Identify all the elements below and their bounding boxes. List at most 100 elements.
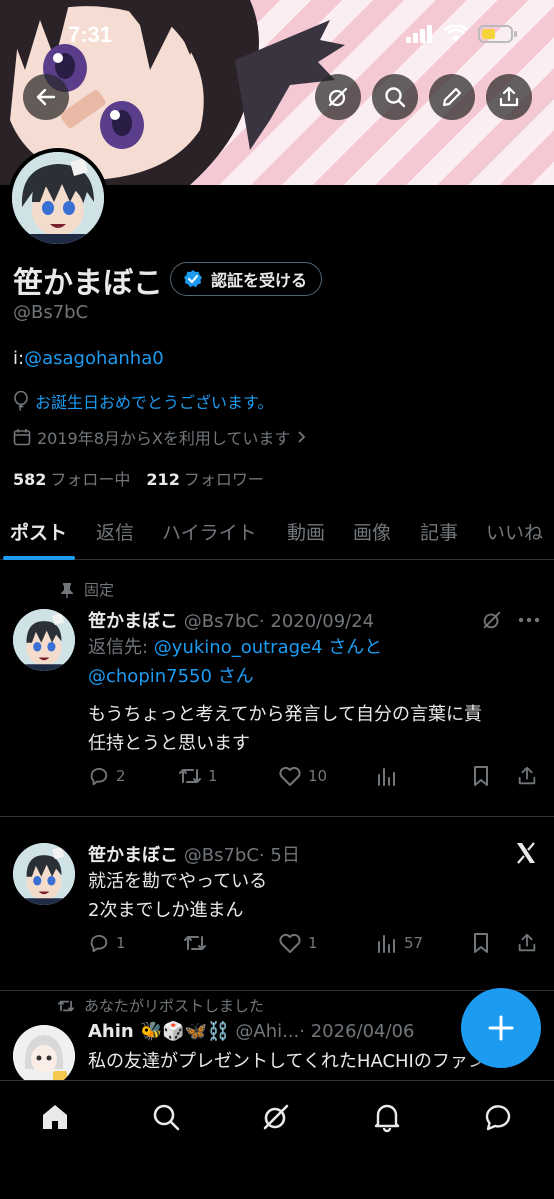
- post-author-handle[interactable]: @Bs7bC: [184, 845, 259, 866]
- repost-button[interactable]: 1: [178, 765, 218, 787]
- grok-icon: [328, 87, 348, 107]
- followers-link[interactable]: 212 フォロワー: [146, 466, 263, 490]
- nav-home[interactable]: [37, 1099, 73, 1135]
- post-avatar[interactable]: [13, 843, 75, 905]
- bell-icon: [374, 1104, 400, 1133]
- post-avatar[interactable]: [13, 1025, 75, 1080]
- heart-icon: [279, 933, 301, 953]
- get-verified-button[interactable]: 認証を受ける: [170, 262, 323, 296]
- chat-bubble-icon: [485, 1105, 511, 1131]
- search-icon: [153, 1104, 180, 1131]
- reply-count: 1: [116, 934, 126, 952]
- post-date[interactable]: · 5日: [259, 845, 300, 866]
- bookmark-button[interactable]: [471, 932, 491, 954]
- repost-count: 1: [208, 767, 218, 785]
- post-pinned[interactable]: 固定 笹かまぼこ @Bs7bC· 2020/09/24 返信先: @yukino…: [0, 561, 554, 817]
- search-button[interactable]: [372, 74, 418, 120]
- post-avatar[interactable]: [13, 609, 75, 671]
- views-button[interactable]: 57: [376, 932, 423, 954]
- post-author-name[interactable]: 笹かまぼこ: [88, 611, 178, 632]
- bottom-navigation: [0, 1080, 554, 1199]
- nav-search[interactable]: [148, 1099, 184, 1135]
- nav-notifications[interactable]: [369, 1099, 405, 1135]
- profile-tabs: ポスト 返信 ハイライト 動画 画像 記事 いいね: [0, 510, 554, 560]
- tab-posts[interactable]: ポスト: [10, 518, 67, 545]
- post[interactable]: 笹かまぼこ @Bs7bC· 5日 就活を勘でやっている 2次までしか進まん 1 …: [0, 817, 554, 991]
- post-author-handle[interactable]: @Ahi...: [235, 1021, 299, 1042]
- reply-mid: さんと: [322, 637, 383, 658]
- nav-messages[interactable]: [480, 1099, 516, 1135]
- post-actions: 1 1 57: [88, 932, 540, 956]
- grok-button[interactable]: [315, 74, 361, 120]
- like-button[interactable]: 1: [278, 932, 318, 954]
- repost-indicator: あなたがリポストしました: [56, 995, 264, 1016]
- tab-images[interactable]: 画像: [353, 518, 391, 545]
- repost-icon: [184, 936, 206, 950]
- follow-stats: 582 フォロー中 212 フォロワー: [13, 466, 264, 490]
- tab-likes[interactable]: いいね: [486, 518, 543, 545]
- compose-button[interactable]: [461, 988, 541, 1068]
- x-logo-icon: [517, 842, 535, 864]
- following-count: 582: [13, 470, 47, 489]
- avatar-image: [13, 843, 75, 905]
- tab-articles[interactable]: 記事: [420, 518, 458, 545]
- avatar-image: [13, 1025, 75, 1080]
- reply-icon: [90, 934, 108, 953]
- search-icon: [385, 87, 406, 108]
- balloon-icon: [14, 391, 28, 411]
- post-header: 笹かまぼこ @Bs7bC· 2020/09/24: [88, 607, 374, 633]
- bio-mention-link[interactable]: @asagohanha0: [24, 348, 164, 369]
- reply-mention-2[interactable]: @chopin7550: [88, 666, 212, 687]
- post-text: 私の友達がプレゼントしてくれたHACHIのファン: [88, 1047, 486, 1076]
- tab-highlights[interactable]: ハイライト: [162, 518, 257, 545]
- reply-button[interactable]: 2: [88, 765, 126, 787]
- reply-mention-1[interactable]: @yukino_outrage4: [154, 637, 323, 658]
- back-button[interactable]: [23, 74, 69, 120]
- reply-icon: [90, 767, 108, 786]
- post-author-name[interactable]: 笹かまぼこ: [88, 845, 178, 866]
- like-count: 10: [308, 767, 328, 785]
- profile-handle: @Bs7bC: [13, 302, 89, 323]
- more-icon[interactable]: [517, 613, 541, 627]
- home-icon: [43, 1105, 67, 1129]
- grok-icon[interactable]: [481, 609, 503, 631]
- like-button[interactable]: 10: [278, 765, 327, 787]
- views-icon: [378, 935, 395, 953]
- share-post-button[interactable]: [516, 932, 538, 954]
- views-icon: [378, 768, 395, 786]
- bookmark-button[interactable]: [471, 765, 491, 787]
- nav-grok[interactable]: [258, 1099, 294, 1135]
- reply-button[interactable]: 1: [88, 932, 126, 954]
- like-count: 1: [308, 934, 318, 952]
- share-icon: [518, 766, 536, 785]
- avatar-image: [12, 152, 104, 244]
- get-verified-label: 認証を受ける: [211, 271, 308, 290]
- edit-button[interactable]: [429, 74, 475, 120]
- repost-button[interactable]: [183, 932, 213, 954]
- post-author-handle[interactable]: @Bs7bC: [184, 611, 259, 632]
- share-icon: [518, 933, 536, 952]
- profile-avatar[interactable]: [8, 148, 108, 248]
- pinned-label: 固定: [84, 581, 115, 599]
- tab-videos[interactable]: 動画: [287, 518, 325, 545]
- battery-icon: [478, 25, 517, 43]
- reply-count: 2: [116, 767, 126, 785]
- bookmark-icon: [474, 933, 488, 953]
- views-button[interactable]: [376, 765, 404, 787]
- following-link[interactable]: 582 フォロー中: [13, 466, 130, 490]
- joined-line[interactable]: 2019年8月からXを利用しています: [13, 425, 306, 449]
- bio-prefix: i:: [13, 348, 25, 369]
- post-text-line: もうちょっと考えてから発言して自分の言葉に責: [88, 704, 483, 725]
- share-button[interactable]: [486, 74, 532, 120]
- post-header: 笹かまぼこ @Bs7bC· 5日: [88, 841, 300, 867]
- bookmark-icon: [474, 766, 488, 786]
- signal-icon: [406, 25, 432, 43]
- tab-replies[interactable]: 返信: [96, 518, 134, 545]
- share-post-button[interactable]: [516, 765, 538, 787]
- post-date[interactable]: · 2026/04/06: [299, 1021, 414, 1042]
- reply-suffix: さん: [211, 666, 254, 687]
- pencil-icon: [442, 87, 462, 107]
- reply-context: 返信先: @yukino_outrage4 さんと @chopin7550 さん: [88, 633, 382, 691]
- post-date[interactable]: · 2020/09/24: [259, 611, 374, 632]
- post-author-name[interactable]: Ahin 🐝🎲🦋⛓️: [88, 1021, 230, 1042]
